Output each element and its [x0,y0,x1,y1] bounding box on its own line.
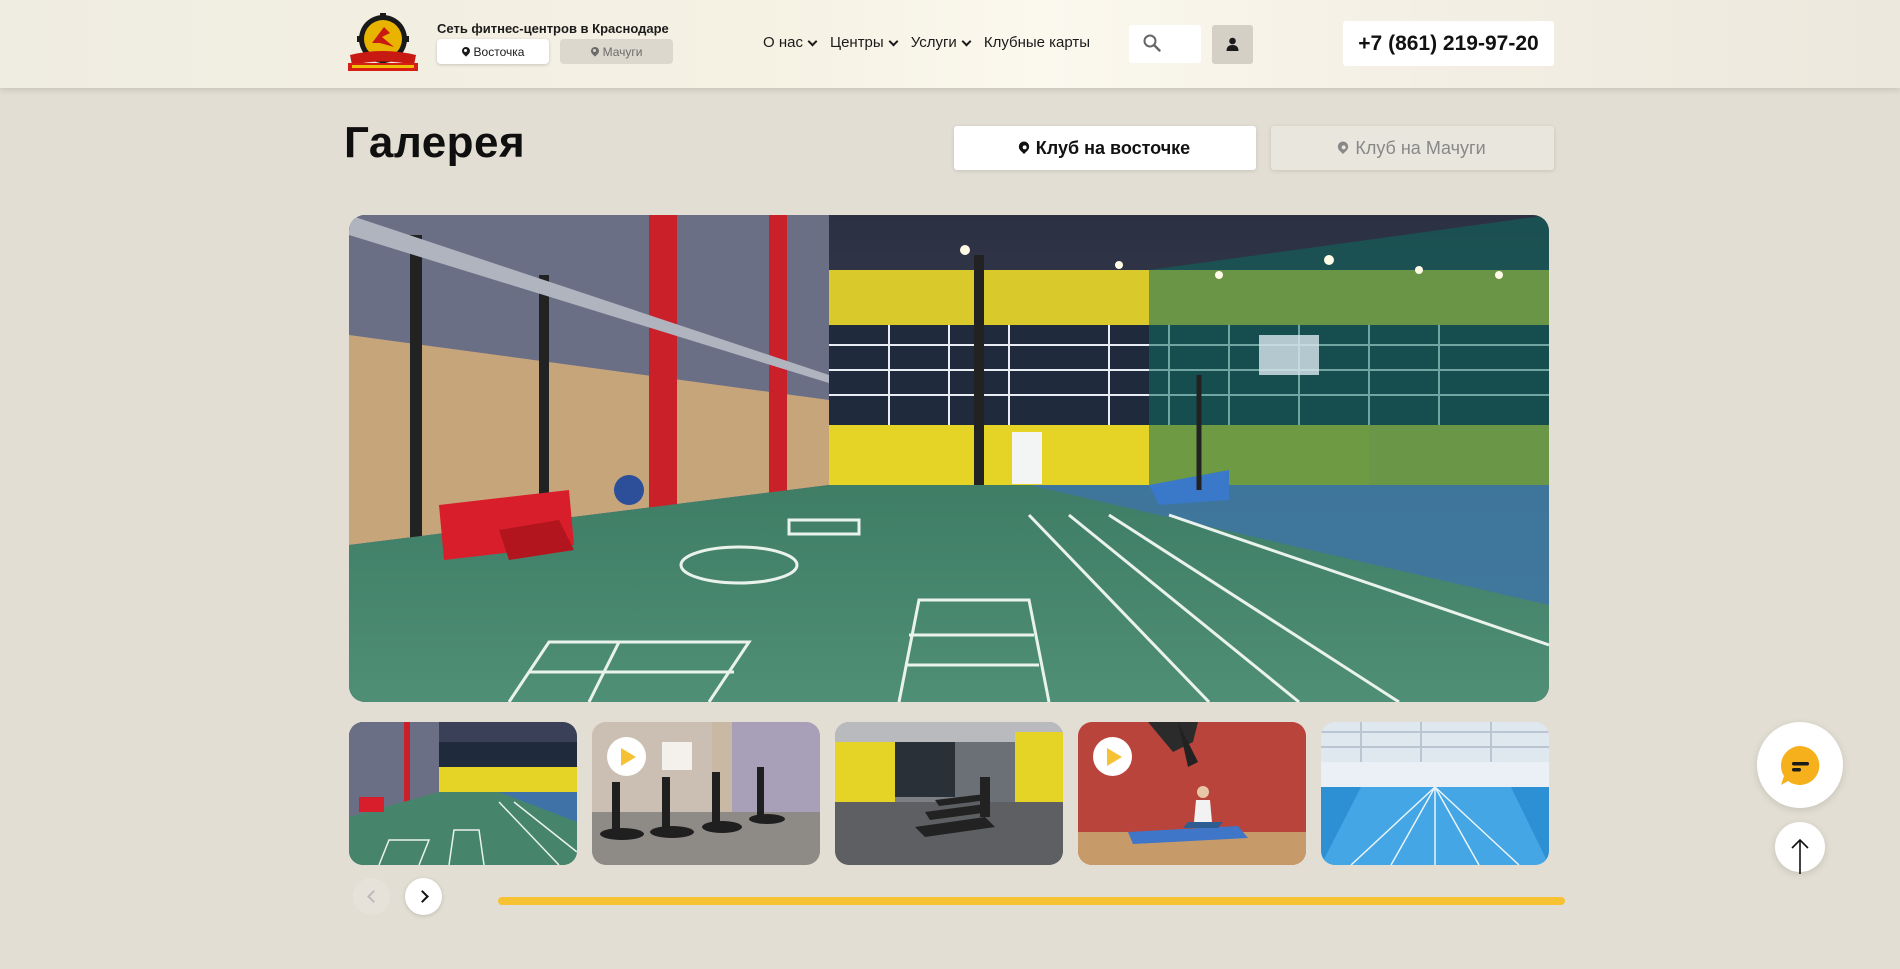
nav-item-label: О нас [763,34,803,51]
chat-icon [1780,745,1820,785]
arrow-up-icon [1791,838,1809,874]
account-button[interactable] [1212,25,1253,64]
nav-item-about[interactable]: О нас [763,34,818,51]
chevron-down-icon [961,36,972,46]
tab-club-vostochka[interactable]: Клуб на восточке [954,126,1256,170]
club-switch-label: Восточка [473,44,525,59]
search-icon [1143,34,1161,52]
site-header: Сеть фитнес-центров в Краснодаре Восточк… [0,0,1900,88]
location-pin-icon [591,47,599,57]
chevron-left-icon [366,890,380,903]
search-input[interactable] [1129,25,1201,63]
header-tagline: Сеть фитнес-центров в Краснодаре [437,21,669,36]
tab-club-machugi[interactable]: Клуб на Мачуги [1271,126,1554,170]
scroll-top-button[interactable] [1775,822,1825,874]
club-switch-vostochka[interactable]: Восточка [437,39,549,64]
location-pin-icon [1019,142,1029,155]
phone-number[interactable]: +7 (861) 219-97-20 [1343,21,1554,66]
gallery-main-image[interactable] [349,215,1549,702]
chevron-right-icon [415,890,429,903]
nav-item-centers[interactable]: Центры [829,34,899,51]
club-switch-machugi[interactable]: Мачуги [560,39,673,64]
nav-item-label: Услуги [910,34,957,51]
chat-button[interactable] [1757,722,1843,808]
nav-item-label: Центры [829,34,884,51]
play-icon [1093,737,1132,776]
swimming-pool-thumb [1321,722,1549,865]
nav-item-label: Клубные карты [983,34,1091,51]
treadmills-thumb [835,722,1063,865]
sports-hall-thumb [349,722,577,865]
gallery-thumbnail-video[interactable] [592,722,820,865]
gallery-thumbnail-video[interactable] [1078,722,1306,865]
gallery-thumbnail[interactable] [349,722,577,865]
nav-item-club-cards[interactable]: Клубные карты [984,34,1090,51]
gallery-next-button[interactable] [405,878,442,915]
tab-label: Клуб на восточке [1035,137,1191,158]
nav-item-services[interactable]: Услуги [910,34,972,51]
gallery-prev-button[interactable] [353,878,390,915]
chevron-down-icon [888,36,899,46]
location-pin-icon [462,47,470,57]
gallery-scrollbar[interactable] [498,897,1565,905]
club-switch-label: Мачуги [602,44,643,59]
user-icon [1226,37,1239,51]
main-nav: О нас Центры Услуги Клубные карты [763,34,1090,51]
club-logo[interactable] [344,13,422,73]
location-pin-icon [1338,142,1348,155]
gallery-thumbnail[interactable] [835,722,1063,865]
chevron-down-icon [807,36,818,46]
gallery-thumbnail[interactable] [1321,722,1549,865]
play-icon [607,737,646,776]
tab-label: Клуб на Мачуги [1355,137,1486,158]
page-title: Галерея [344,118,526,167]
sports-hall-photo [349,215,1549,702]
